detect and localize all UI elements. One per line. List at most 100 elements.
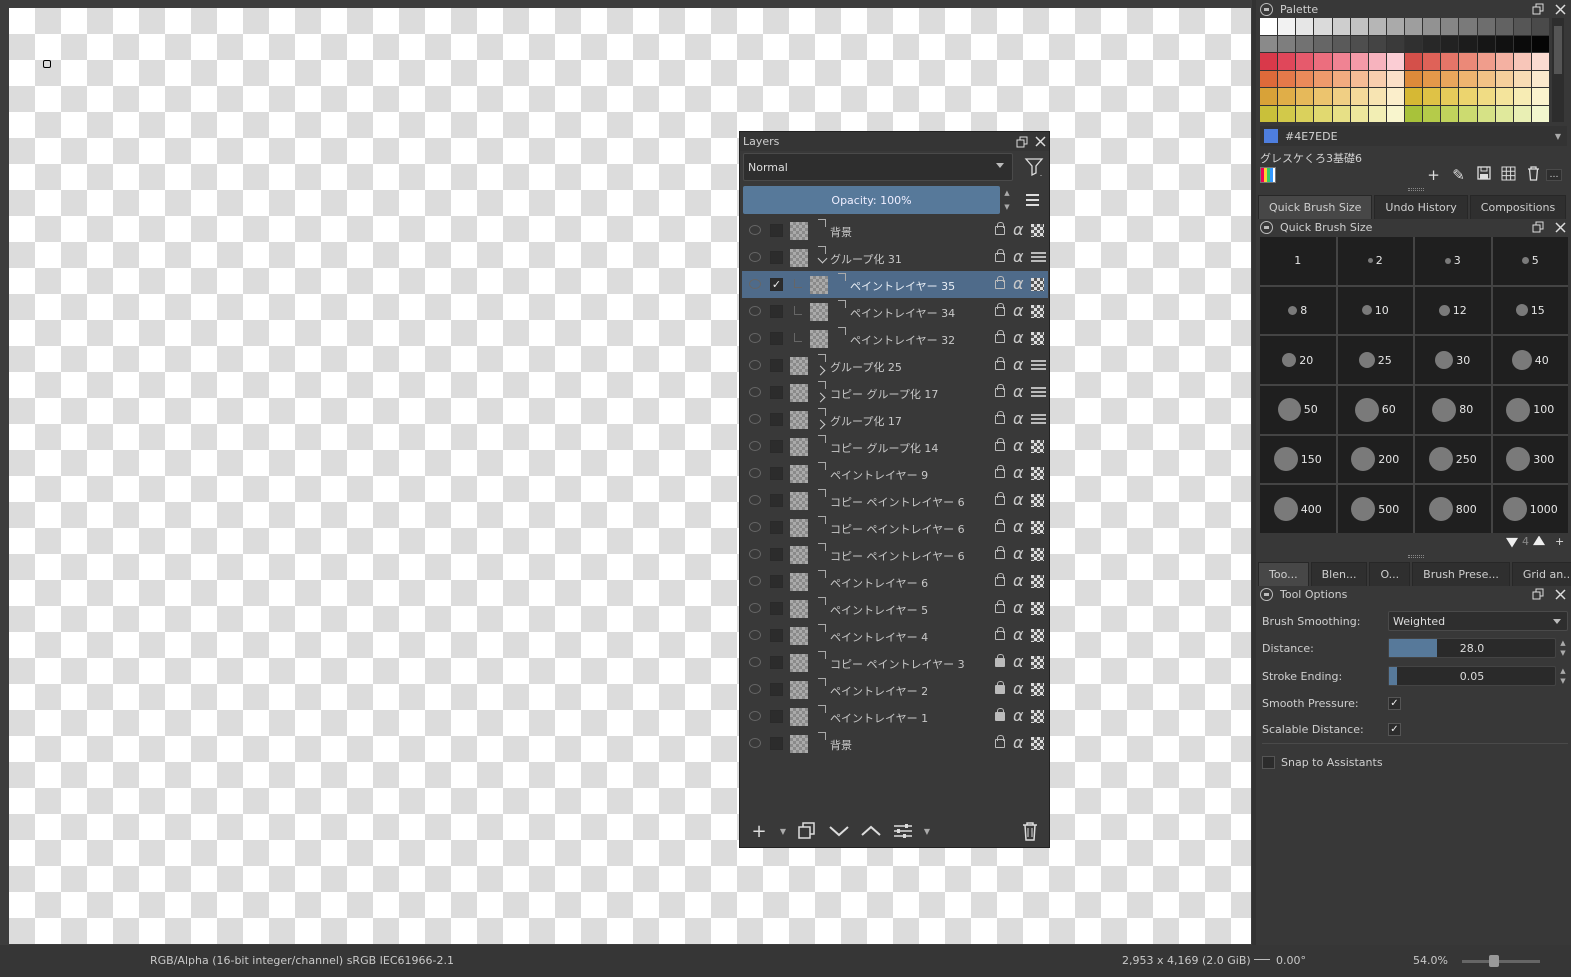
- float-icon[interactable]: [1529, 218, 1547, 236]
- layer-row[interactable]: コピー グループ化 17 α: [742, 379, 1048, 406]
- brush-size-cell[interactable]: 150: [1260, 435, 1336, 484]
- color-swatch[interactable]: [1441, 70, 1459, 87]
- inherit-alpha-icon[interactable]: [1031, 656, 1044, 669]
- eye-icon[interactable]: [749, 225, 761, 235]
- color-swatch[interactable]: [1350, 18, 1368, 35]
- lock-icon[interactable]: [995, 330, 1005, 343]
- alpha-lock-icon[interactable]: α: [1013, 328, 1024, 347]
- image-size-label[interactable]: 2,953 x 4,169 (2.0 GiB): [1122, 954, 1251, 967]
- color-swatch[interactable]: [1405, 18, 1423, 35]
- pass-through-icon[interactable]: [1031, 387, 1046, 398]
- layer-select-checkbox[interactable]: [770, 359, 783, 372]
- brush-smoothing-select[interactable]: Weighted: [1388, 611, 1568, 631]
- alpha-lock-icon[interactable]: α: [1013, 463, 1024, 482]
- lock-icon[interactable]: [995, 519, 1005, 532]
- inherit-alpha-icon[interactable]: [1031, 440, 1044, 453]
- brush-size-cell[interactable]: 5: [1492, 237, 1568, 285]
- color-swatch[interactable]: [1278, 88, 1296, 105]
- brush-size-cell[interactable]: 1000: [1492, 485, 1568, 533]
- triangle-down-icon[interactable]: [1506, 537, 1518, 548]
- color-swatch[interactable]: [1260, 35, 1278, 52]
- alpha-lock-icon[interactable]: α: [1013, 625, 1024, 644]
- inherit-alpha-icon[interactable]: [1031, 575, 1044, 588]
- color-swatch[interactable]: [1531, 18, 1549, 35]
- alpha-lock-icon[interactable]: α: [1013, 706, 1024, 725]
- color-swatch[interactable]: [1405, 105, 1423, 122]
- lock-icon[interactable]: [995, 681, 1005, 694]
- color-swatch[interactable]: [1296, 35, 1314, 52]
- lock-icon[interactable]: [1260, 587, 1273, 601]
- color-swatch[interactable]: [1314, 105, 1332, 122]
- alpha-lock-icon[interactable]: α: [1013, 247, 1024, 266]
- color-swatch[interactable]: [1368, 53, 1386, 70]
- lock-icon[interactable]: [995, 627, 1005, 640]
- color-swatch[interactable]: [1332, 88, 1350, 105]
- color-swatch[interactable]: [1423, 105, 1441, 122]
- layer-select-checkbox[interactable]: [770, 413, 783, 426]
- color-swatch[interactable]: [1441, 18, 1459, 35]
- lock-icon[interactable]: [995, 546, 1005, 559]
- splitter-handle[interactable]: [1408, 188, 1424, 191]
- opacity-spinner[interactable]: ▲ ▼: [1001, 186, 1013, 214]
- alpha-lock-icon[interactable]: α: [1013, 355, 1024, 374]
- color-swatch[interactable]: [1459, 35, 1477, 52]
- color-swatch[interactable]: [1459, 18, 1477, 35]
- tab-overview[interactable]: O...: [1369, 562, 1411, 586]
- distance-slider[interactable]: 28.0: [1388, 638, 1556, 658]
- lock-icon[interactable]: [995, 303, 1005, 316]
- layer-row[interactable]: グループ化 17 α: [742, 406, 1048, 433]
- lock-icon[interactable]: [995, 600, 1005, 613]
- alpha-lock-icon[interactable]: α: [1013, 733, 1024, 752]
- inherit-alpha-icon[interactable]: [1031, 278, 1044, 291]
- layer-row[interactable]: グループ化 25 α: [742, 352, 1048, 379]
- color-swatch[interactable]: [1386, 53, 1404, 70]
- canvas[interactable]: [9, 8, 1251, 944]
- brush-size-cell[interactable]: 300: [1492, 435, 1568, 484]
- close-icon[interactable]: [1551, 218, 1569, 236]
- brush-size-cell[interactable]: 80: [1415, 386, 1491, 434]
- splitter-handle[interactable]: [1408, 555, 1424, 558]
- palette-scrollbar[interactable]: [1552, 18, 1564, 122]
- pencil-icon[interactable]: ✎: [1446, 166, 1471, 184]
- layer-properties-icon[interactable]: [890, 819, 916, 843]
- eye-icon[interactable]: [749, 252, 761, 262]
- lock-icon[interactable]: [995, 735, 1005, 748]
- color-swatch[interactable]: [1513, 105, 1531, 122]
- color-swatch[interactable]: [1350, 70, 1368, 87]
- layer-row[interactable]: 背景 α: [742, 730, 1048, 757]
- eye-icon[interactable]: [749, 657, 761, 667]
- duplicate-layer-icon[interactable]: [794, 819, 820, 843]
- color-swatch[interactable]: [1423, 88, 1441, 105]
- layer-select-checkbox[interactable]: ✓: [770, 278, 783, 291]
- color-swatch[interactable]: [1368, 70, 1386, 87]
- brush-size-cell[interactable]: 500: [1337, 485, 1413, 533]
- alpha-lock-icon[interactable]: α: [1013, 679, 1024, 698]
- brush-size-cell[interactable]: 100: [1492, 386, 1568, 434]
- color-swatch[interactable]: [1260, 105, 1278, 122]
- blend-mode-select[interactable]: Normal: [743, 153, 1013, 181]
- stroke-ending-slider[interactable]: 0.05: [1388, 666, 1556, 686]
- layer-row[interactable]: 背景 α: [742, 217, 1048, 244]
- eye-icon[interactable]: [749, 495, 761, 505]
- color-swatch[interactable]: [1531, 105, 1549, 122]
- alpha-lock-icon[interactable]: α: [1013, 409, 1024, 428]
- color-swatch[interactable]: [1405, 35, 1423, 52]
- chevron-right-icon[interactable]: [815, 419, 826, 430]
- layer-row[interactable]: コピー ペイントレイヤー 6 α: [742, 487, 1048, 514]
- inherit-alpha-icon[interactable]: [1031, 548, 1044, 561]
- color-swatch[interactable]: [1513, 18, 1531, 35]
- eye-icon[interactable]: [749, 549, 761, 559]
- alpha-lock-icon[interactable]: α: [1013, 490, 1024, 509]
- color-swatch[interactable]: [1386, 18, 1404, 35]
- lock-icon[interactable]: [995, 384, 1005, 397]
- inherit-alpha-icon[interactable]: [1031, 224, 1044, 237]
- alpha-lock-icon[interactable]: α: [1013, 301, 1024, 320]
- lock-icon[interactable]: [995, 438, 1005, 451]
- tab-grid[interactable]: Grid an...: [1511, 562, 1571, 586]
- color-swatch[interactable]: [1477, 70, 1495, 87]
- inherit-alpha-icon[interactable]: [1031, 602, 1044, 615]
- color-swatch[interactable]: [1441, 105, 1459, 122]
- eye-icon[interactable]: [749, 441, 761, 451]
- layer-row[interactable]: グループ化 31 α: [742, 244, 1048, 271]
- color-swatch[interactable]: [1278, 35, 1296, 52]
